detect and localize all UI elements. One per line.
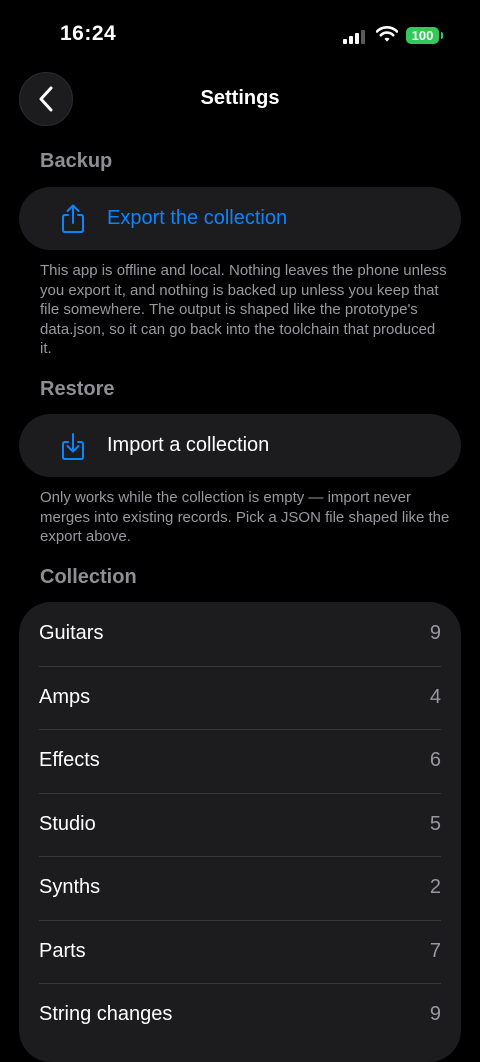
import-button-label: Import a collection <box>107 434 270 456</box>
row-count: 6 <box>429 749 441 772</box>
row-count: 5 <box>429 812 441 835</box>
collection-row-studio[interactable]: Studio 5 <box>19 792 461 857</box>
restore-note: Only works while the collection is empty… <box>40 489 450 545</box>
row-name: Amps <box>39 685 91 708</box>
page-title: Settings <box>200 87 280 109</box>
backup-note: This app is offline and local. Nothing l… <box>40 262 447 357</box>
status-bar: 16:24 100 <box>0 0 480 70</box>
wifi-icon <box>376 26 398 42</box>
battery-icon: 100 <box>406 27 443 44</box>
row-name: Synths <box>39 876 101 899</box>
section-label-collection: Collection <box>40 566 137 588</box>
row-count: 9 <box>429 1003 441 1026</box>
share-icon <box>62 204 84 233</box>
cellular-signal-icon <box>343 30 367 44</box>
row-name: Guitars <box>39 622 104 645</box>
import-icon <box>62 433 84 460</box>
export-button[interactable]: Export the collection <box>19 187 461 250</box>
collection-row-string-changes[interactable]: String changes 9 <box>19 983 461 1047</box>
row-name: Effects <box>39 749 100 772</box>
collection-row-amps[interactable]: Amps 4 <box>19 665 461 730</box>
row-name: Parts <box>39 939 86 962</box>
row-count: 7 <box>429 939 441 962</box>
collection-row-guitars[interactable]: Guitars 9 <box>19 602 461 666</box>
status-time: 16:24 <box>60 22 117 45</box>
collection-row-effects[interactable]: Effects 6 <box>19 729 461 793</box>
row-count: 9 <box>429 622 441 645</box>
collection-row-synths[interactable]: Synths 2 <box>19 856 461 920</box>
section-label-backup: Backup <box>40 150 113 172</box>
battery-level: 100 <box>411 28 434 43</box>
export-button-label: Export the collection <box>107 207 288 229</box>
collection-row-parts[interactable]: Parts 7 <box>19 919 461 984</box>
import-button[interactable]: Import a collection <box>19 414 461 477</box>
row-name: Studio <box>39 812 96 835</box>
row-count: 2 <box>429 876 441 899</box>
row-count: 4 <box>429 685 441 708</box>
collection-list: Guitars 9 Amps 4 Effects 6 Studio 5 Synt… <box>19 602 461 1062</box>
section-label-restore: Restore <box>40 378 115 400</box>
row-name: String changes <box>39 1003 173 1026</box>
